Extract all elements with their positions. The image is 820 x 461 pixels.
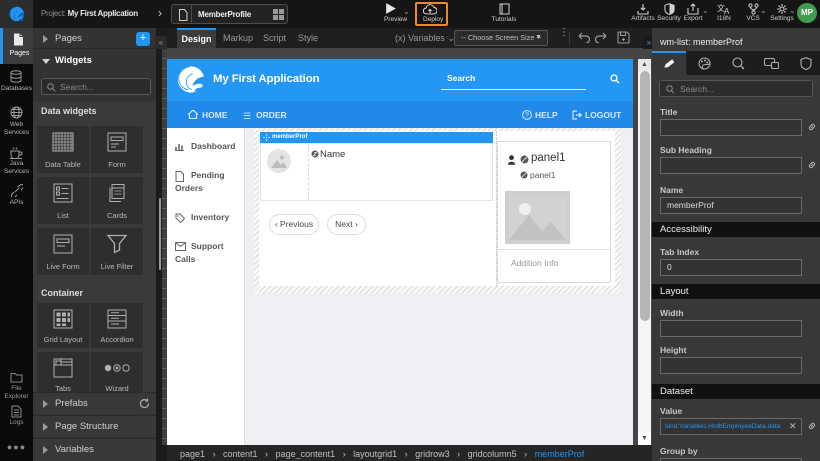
- svg-text:?: ?: [525, 113, 529, 120]
- svg-text:A: A: [724, 7, 730, 15]
